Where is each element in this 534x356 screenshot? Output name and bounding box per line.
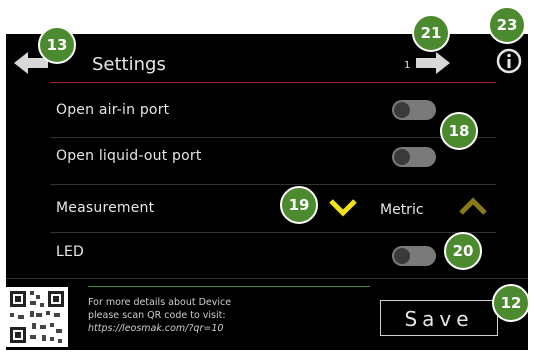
- info-icon[interactable]: [496, 48, 522, 74]
- header-divider: [50, 82, 496, 83]
- info-line: please scan QR code to visit:: [88, 310, 226, 321]
- liquid-out-label: Open liquid-out port: [56, 148, 202, 164]
- callout-13: 13: [38, 26, 76, 64]
- callout-19: 19: [280, 186, 318, 224]
- chevron-up-icon[interactable]: [458, 196, 488, 218]
- air-in-label: Open air-in port: [56, 102, 170, 118]
- air-in-toggle[interactable]: [392, 100, 436, 120]
- callout-20: 20: [444, 232, 482, 270]
- qr-code-icon: [6, 287, 68, 347]
- info-line: For more details about Device: [88, 297, 232, 308]
- measurement-value: Metric: [380, 202, 424, 218]
- device-info-text: For more details about Device please sca…: [88, 296, 231, 335]
- led-toggle[interactable]: [392, 246, 436, 266]
- measurement-label: Measurement: [56, 200, 155, 216]
- toggle-knob: [394, 149, 410, 165]
- row-divider: [50, 232, 496, 233]
- liquid-out-toggle[interactable]: [392, 147, 436, 167]
- callout-12: 12: [492, 284, 530, 322]
- toggle-knob: [394, 248, 410, 264]
- page-number: 1: [404, 60, 411, 71]
- row-divider: [50, 184, 496, 185]
- row-divider: [6, 278, 528, 279]
- arrow-right-icon[interactable]: [414, 50, 450, 76]
- led-label: LED: [56, 244, 85, 260]
- chevron-down-icon[interactable]: [328, 196, 358, 218]
- save-button[interactable]: Save: [380, 300, 498, 336]
- info-url: https://leosmak.com/?qr=10: [88, 323, 224, 334]
- page-title: Settings: [92, 54, 166, 75]
- row-divider: [50, 137, 496, 138]
- toggle-knob: [394, 102, 410, 118]
- callout-23: 23: [488, 6, 526, 44]
- footer-accent-line: [88, 286, 370, 287]
- callout-18: 18: [440, 112, 478, 150]
- callout-21: 21: [412, 14, 450, 52]
